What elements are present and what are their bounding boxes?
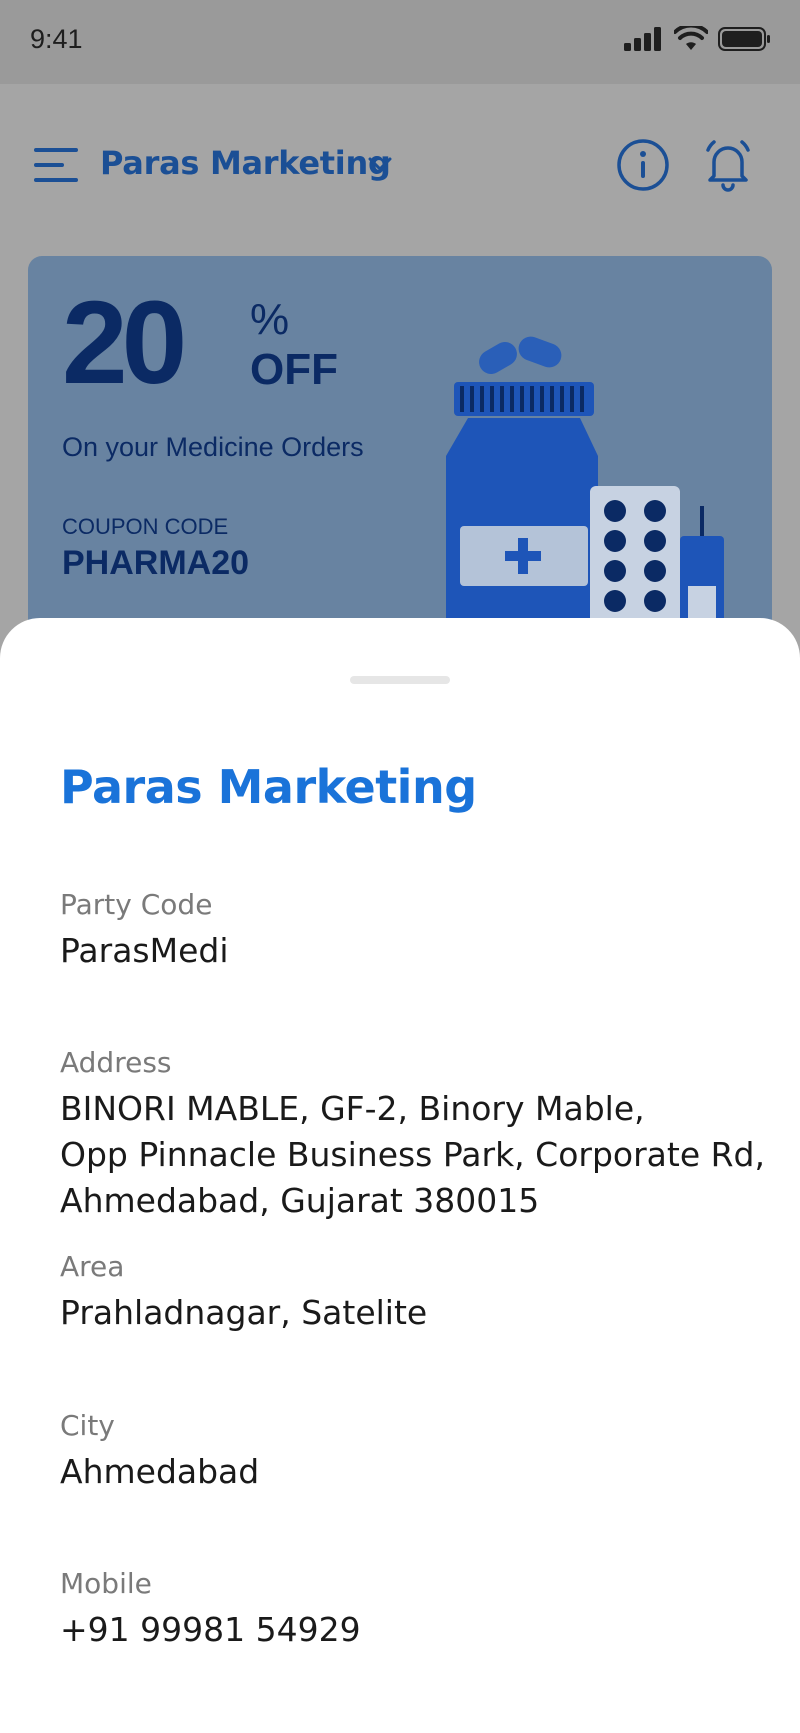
banner-subtitle: On your Medicine Orders [62,432,364,462]
store-selector[interactable]: Paras Marketing [100,144,391,182]
party-code-value: ParasMedi [60,931,229,970]
bell-icon[interactable] [702,138,754,192]
coupon-code: PHARMA20 [62,544,250,582]
address-value: BINORI MABLE, GF-2, Binory Mable, Opp Pi… [60,1086,765,1224]
battery-icon [718,27,770,51]
coupon-label: COUPON CODE [62,514,229,539]
party-code-label: Party Code [60,888,213,921]
sheet-drag-handle[interactable] [350,676,450,684]
area-value: Prahladnagar, Satelite [60,1293,428,1332]
address-label: Address [60,1046,172,1079]
wifi-icon [674,26,708,50]
discount-off: OFF [250,345,338,394]
address-line-3: Ahmedabad, Gujarat 380015 [60,1181,540,1220]
promo-banner[interactable]: 20 % OFF On your Medicine Orders COUPON … [28,256,772,676]
menu-icon[interactable] [34,148,78,182]
city-label: City [60,1409,115,1442]
chevron-down-icon[interactable] [366,154,394,174]
info-icon[interactable] [616,138,670,192]
city-value: Ahmedabad [60,1452,260,1491]
status-icons [624,26,772,52]
mobile-value[interactable]: +91 99981 54929 [60,1607,361,1653]
status-time: 9:41 [30,24,83,54]
status-bar: 9:41 [0,0,800,84]
mobile-label: Mobile [60,1567,152,1600]
address-line-1: BINORI MABLE, GF-2, Binory Mable, [60,1089,645,1128]
discount-number: 20 [62,277,187,409]
signal-icon [624,27,661,51]
discount-percent: % [250,295,290,344]
sheet-title: Paras Marketing [60,760,477,814]
area-label: Area [60,1250,125,1283]
address-line-2: Opp Pinnacle Business Park, Corporate Rd… [60,1135,765,1174]
